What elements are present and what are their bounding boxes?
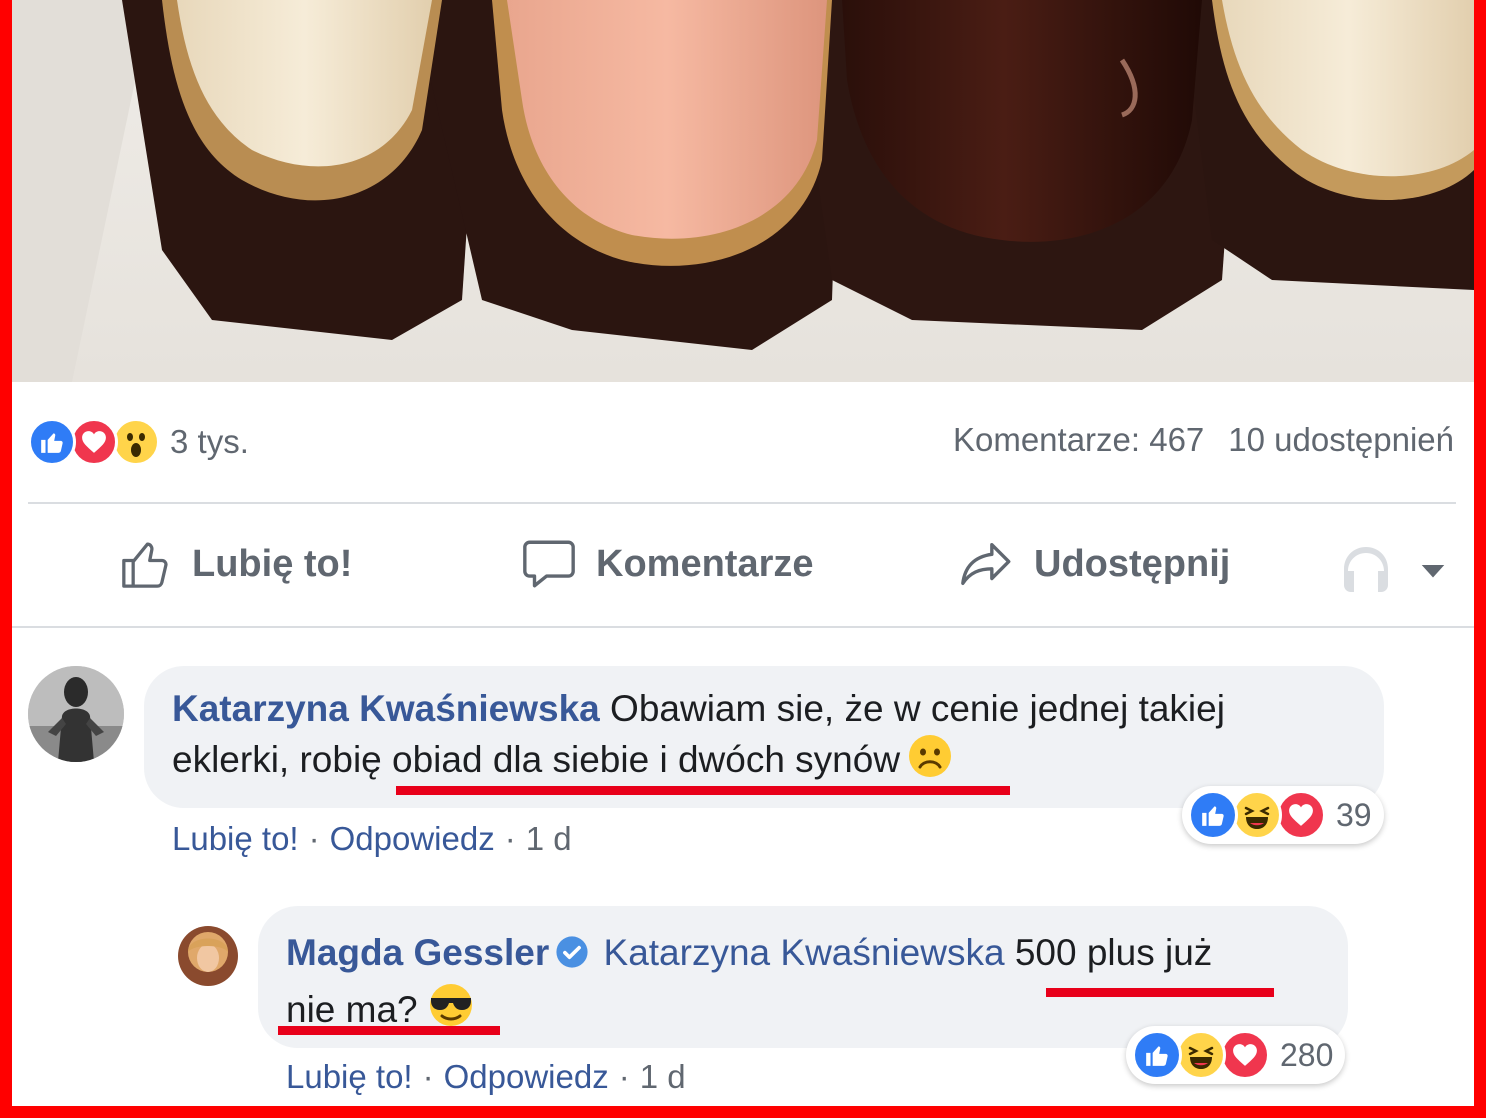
comment-text: 500 plus już xyxy=(1014,932,1213,973)
verified-badge-icon xyxy=(555,932,589,982)
comment-button-label: Komentarze xyxy=(596,542,814,585)
avatar[interactable] xyxy=(28,666,124,762)
comment-like-link[interactable]: Lubię to! xyxy=(286,1058,413,1095)
comment-reply-link[interactable]: Odpowiedz xyxy=(444,1058,609,1095)
like-icon xyxy=(1188,790,1238,840)
highlight-underline xyxy=(396,786,1010,795)
post-reactions-summary[interactable]: 3 tys. xyxy=(28,417,249,467)
comment-reaction-count: 39 xyxy=(1336,796,1372,833)
comments-count[interactable]: Komentarze: 467 xyxy=(953,421,1204,458)
comment-meta: Lubię to! · Odpowiedz · 1 d xyxy=(286,1058,686,1095)
speech-bubble-icon xyxy=(523,540,575,588)
like-icon xyxy=(28,418,76,466)
comment-reactions[interactable]: 280 xyxy=(1126,1026,1346,1084)
love-icon xyxy=(1220,1030,1270,1080)
comment-reactions[interactable]: 39 xyxy=(1182,786,1384,844)
comment-reaction-count: 280 xyxy=(1280,1036,1334,1073)
like-icon xyxy=(1132,1030,1182,1080)
shares-count[interactable]: 10 udostępnień xyxy=(1228,421,1454,458)
divider xyxy=(12,626,1474,628)
haha-icon xyxy=(1232,790,1282,840)
comment-meta: Lubię to! · Odpowiedz · 1 d xyxy=(172,820,572,857)
comment-author[interactable]: Katarzyna Kwaśniewska xyxy=(172,688,600,729)
comment-like-link[interactable]: Lubię to! xyxy=(172,820,299,857)
comment-time[interactable]: 1 d xyxy=(640,1058,686,1095)
comment-author[interactable]: Magda Gessler xyxy=(286,932,549,973)
wow-icon xyxy=(112,418,160,466)
thumbs-up-icon xyxy=(122,542,168,588)
share-button-label: Udostępnij xyxy=(1034,542,1231,585)
comment-button[interactable]: Komentarze xyxy=(520,532,814,596)
comment-text: nie ma? xyxy=(286,989,418,1030)
highlight-underline xyxy=(278,1026,500,1035)
chevron-down-icon xyxy=(1421,565,1445,578)
like-button-label: Lubię to! xyxy=(192,542,353,585)
like-button[interactable]: Lubię to! xyxy=(118,532,352,596)
divider xyxy=(28,502,1456,504)
comment-time[interactable]: 1 d xyxy=(526,820,572,857)
post-stats: Komentarze: 467 10 udostępnień xyxy=(953,421,1454,459)
comment-mention[interactable]: Katarzyna Kwaśniewska xyxy=(604,932,1005,973)
post-photo[interactable] xyxy=(12,0,1474,382)
share-arrow-icon xyxy=(961,542,1011,586)
comment-text: eklerki, robię obiad dla siebie i dwóch … xyxy=(172,739,901,780)
share-button[interactable]: Udostępnij xyxy=(958,532,1230,596)
avatar-image xyxy=(28,666,124,762)
reactions-count[interactable]: 3 tys. xyxy=(170,423,249,461)
love-icon xyxy=(70,418,118,466)
avatar-image xyxy=(178,926,238,986)
highlight-underline xyxy=(1046,988,1274,997)
avatar[interactable] xyxy=(178,926,238,986)
haha-icon xyxy=(1176,1030,1226,1080)
eclairs-image xyxy=(12,0,1474,382)
profile-silhouette-icon xyxy=(1344,547,1388,592)
comment-reply-link[interactable]: Odpowiedz xyxy=(330,820,495,857)
frown-emoji-icon xyxy=(908,734,952,791)
comment-text: Obawiam sie, że w cenie jednej takiej xyxy=(610,688,1225,729)
audience-selector[interactable] xyxy=(1340,538,1466,602)
love-icon xyxy=(1276,790,1326,840)
